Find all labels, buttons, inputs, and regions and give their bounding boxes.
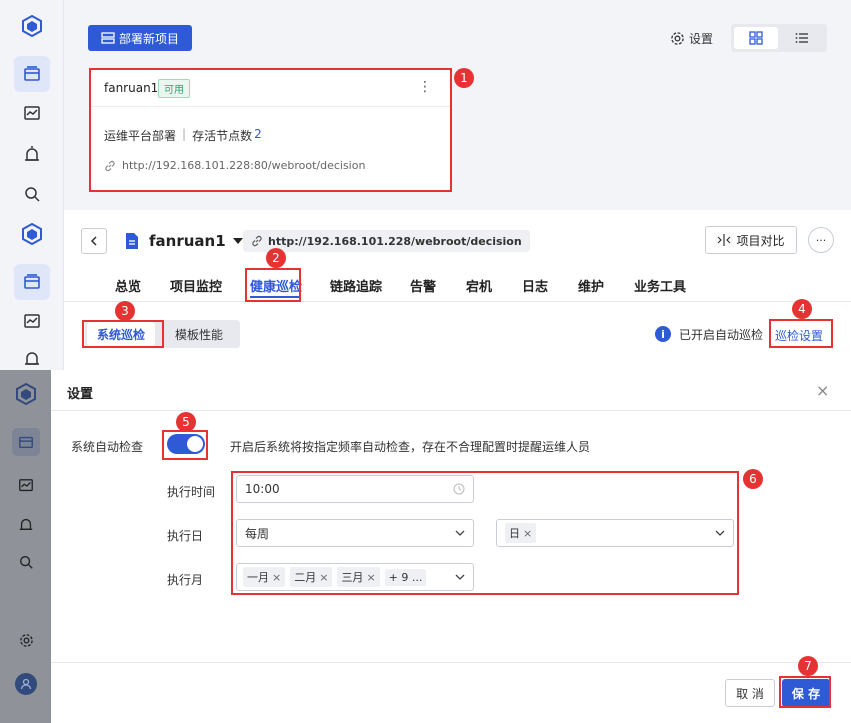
info-icon: i [655, 326, 671, 342]
document-icon [126, 233, 138, 249]
tab-alarm[interactable]: 告警 [410, 276, 436, 295]
annotation-box-4 [769, 319, 833, 348]
monitor-icon [14, 474, 38, 498]
dim-sidebar [0, 370, 51, 723]
grid-view-button[interactable] [734, 27, 778, 49]
deploy-project-label: 部署新项目 [118, 31, 179, 46]
dialog-title: 设置 [67, 387, 94, 402]
more-actions-button[interactable]: ··· [808, 227, 834, 253]
exec-month-label: 执行月 [167, 573, 204, 587]
tab-project-monitor[interactable]: 项目监控 [170, 276, 222, 295]
auto-inspection-label: 已开启自动巡检 [679, 327, 764, 342]
project-url: http://192.168.101.228/webroot/decision [268, 234, 522, 248]
project-url-tag[interactable]: http://192.168.101.228/webroot/decision [243, 230, 530, 252]
annotation-box-7 [779, 676, 831, 708]
monitor-icon[interactable] [14, 304, 50, 340]
annotation-box-3 [82, 320, 164, 348]
compare-icon [718, 234, 731, 246]
view-toggle [731, 24, 827, 52]
alarm-icon [14, 512, 38, 536]
caret-down-icon [232, 238, 243, 244]
auto-check-label: 系统自动检查 [71, 440, 144, 454]
project-selector[interactable]: fanruan1 [124, 230, 243, 252]
annotation-number-6: 6 [743, 469, 763, 489]
annotation-number-3: 3 [115, 301, 135, 321]
auto-inspection-status: i 已开启自动巡检 [655, 324, 763, 344]
sidebar [0, 0, 64, 370]
inspect-icon[interactable] [14, 176, 50, 212]
exec-day-label: 执行日 [167, 529, 204, 543]
annotation-number-2: 2 [266, 248, 286, 268]
auto-check-description: 开启后系统将按指定频率自动检查，存在不合理配置时提醒运维人员 [230, 440, 591, 454]
close-icon[interactable]: × [816, 381, 829, 400]
tabs-divider [64, 301, 851, 302]
monitor-icon[interactable] [14, 96, 50, 132]
cancel-button[interactable]: 取 消 [725, 679, 775, 707]
dialog-footer-divider [51, 662, 851, 663]
compare-button[interactable]: 项目对比 [705, 226, 797, 254]
list-view-button[interactable] [780, 27, 824, 49]
tab-downtime[interactable]: 宕机 [466, 276, 492, 295]
projects-icon[interactable] [14, 56, 50, 92]
list-icon [795, 33, 808, 43]
subtab-template-performance[interactable]: 模板性能 [162, 322, 236, 346]
logo-icon [14, 382, 38, 406]
tab-business-tools[interactable]: 业务工具 [634, 276, 686, 295]
logo-icon [14, 8, 50, 44]
grid-icon [749, 31, 763, 45]
back-button[interactable] [81, 228, 107, 254]
annotation-box-6 [231, 471, 739, 595]
chevron-left-icon [90, 236, 97, 246]
deploy-project-button[interactable]: 部署新项目 [88, 25, 192, 51]
gear-icon [14, 628, 38, 652]
annotation-number-1: 1 [454, 68, 474, 88]
tab-maintenance[interactable]: 维护 [578, 276, 604, 295]
annotation-number-4: 4 [792, 299, 812, 319]
tab-trace[interactable]: 链路追踪 [330, 276, 382, 295]
avatar [15, 673, 37, 695]
projects-icon[interactable] [14, 264, 50, 300]
annotation-number-7: 7 [798, 656, 818, 676]
exec-time-label: 执行时间 [167, 485, 216, 499]
projects-icon [12, 428, 40, 456]
annotation-box-2 [245, 268, 301, 302]
alarm-icon[interactable] [14, 136, 50, 172]
annotation-box-1 [89, 68, 452, 192]
settings-label: 设置 [689, 31, 714, 46]
annotation-number-5: 5 [176, 412, 196, 432]
project-name: fanruan1 [149, 232, 226, 250]
settings-link[interactable]: 设置 [670, 28, 713, 48]
link-icon [252, 235, 262, 247]
server-icon [101, 32, 115, 44]
dialog-header-divider [51, 410, 851, 411]
annotation-box-5 [162, 430, 208, 460]
inspect-icon [14, 550, 38, 574]
gear-icon [671, 31, 684, 45]
logo-icon [14, 216, 50, 252]
tab-overview[interactable]: 总览 [115, 276, 141, 295]
tab-logs[interactable]: 日志 [522, 276, 548, 295]
compare-label: 项目对比 [736, 233, 785, 248]
